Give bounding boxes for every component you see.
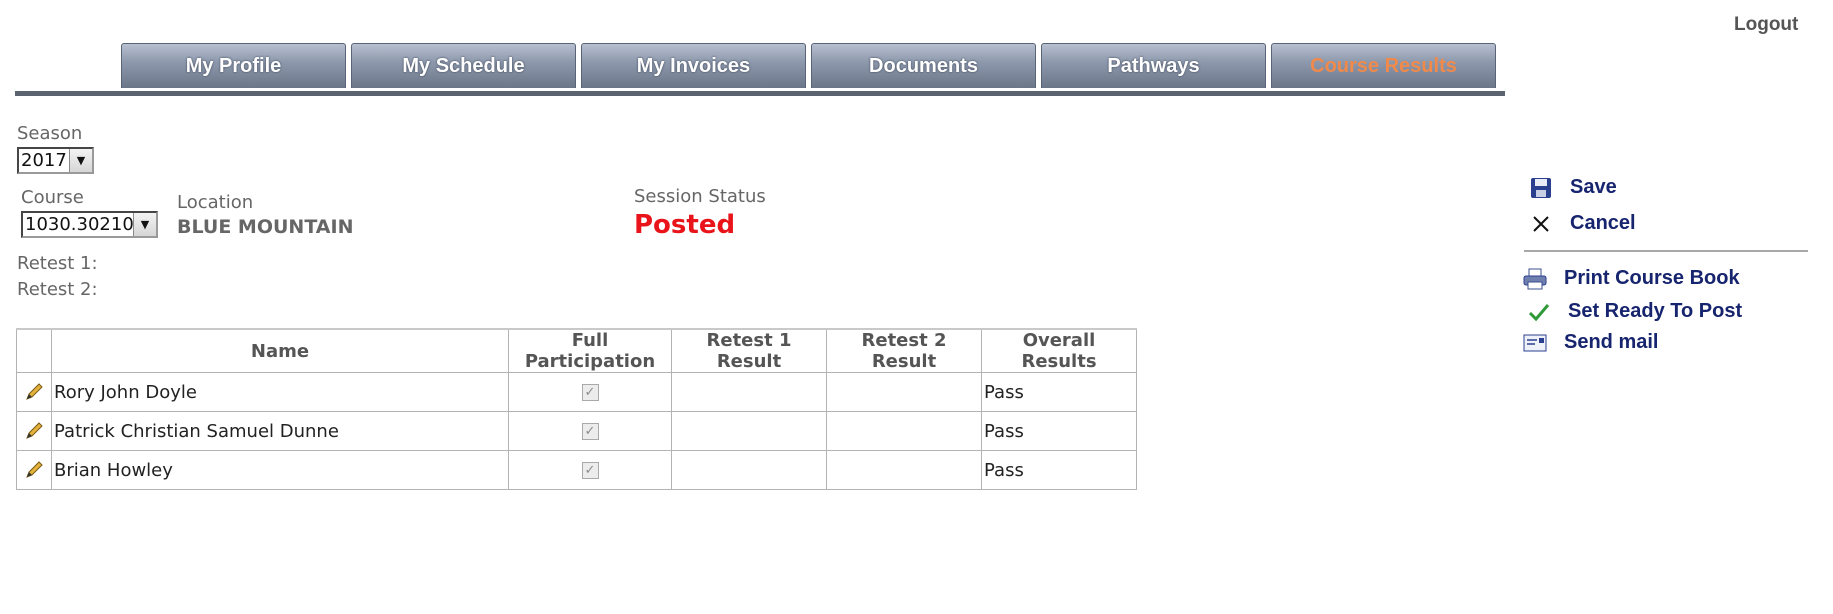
full-participation-checkbox: ✓ — [581, 462, 599, 479]
column-header-edit — [16, 328, 52, 373]
printer-icon — [1520, 268, 1550, 290]
save-label[interactable]: Save — [1570, 176, 1617, 199]
floppy-disk-icon — [1526, 177, 1556, 199]
edit-cell[interactable] — [16, 450, 52, 490]
column-header-full-participation: Full Participation — [508, 328, 672, 373]
cell-retest1 — [671, 411, 827, 451]
column-header-retest1: Retest 1 Result — [671, 328, 827, 373]
tab-course-results[interactable]: Course Results — [1271, 43, 1496, 88]
tab-pathways[interactable]: Pathways — [1041, 43, 1266, 88]
cell-overall: Pass — [981, 450, 1137, 490]
set-ready-to-post-label[interactable]: Set Ready To Post — [1568, 300, 1742, 323]
cancel-label[interactable]: Cancel — [1570, 212, 1636, 235]
cell-full-participation: ✓ — [508, 372, 672, 412]
location-label: Location — [177, 192, 254, 213]
retest1-label: Retest 1: — [17, 253, 98, 274]
edit-cell[interactable] — [16, 372, 52, 412]
cell-overall: Pass — [981, 411, 1137, 451]
print-course-book-label[interactable]: Print Course Book — [1564, 267, 1740, 290]
course-label: Course — [21, 187, 84, 208]
cancel-action[interactable]: Cancel — [1526, 212, 1636, 235]
table-row: Patrick Christian Samuel Dunne ✓ Pass — [16, 411, 1137, 451]
table-row: Brian Howley ✓ Pass — [16, 450, 1137, 490]
full-participation-checkbox: ✓ — [581, 423, 599, 440]
cell-full-participation: ✓ — [508, 450, 672, 490]
cell-name: Patrick Christian Samuel Dunne — [51, 411, 509, 451]
retest2-label: Retest 2: — [17, 279, 98, 300]
pencil-icon[interactable] — [23, 381, 45, 403]
set-ready-to-post-action[interactable]: Set Ready To Post — [1524, 300, 1742, 323]
actions-divider — [1524, 250, 1808, 252]
cell-retest2 — [826, 450, 982, 490]
course-select-value: 1030.30210 — [25, 214, 134, 235]
cell-retest1 — [671, 372, 827, 412]
edit-cell[interactable] — [16, 411, 52, 451]
season-select-value: 2017 — [21, 150, 67, 171]
save-action[interactable]: Save — [1526, 176, 1617, 199]
close-icon — [1526, 214, 1556, 234]
print-course-book-action[interactable]: Print Course Book — [1520, 267, 1740, 290]
session-status-value: Posted — [634, 210, 736, 240]
tab-my-schedule[interactable]: My Schedule — [351, 43, 576, 88]
results-table: Name Full Participation Retest 1 Result … — [16, 328, 1137, 490]
session-status-label: Session Status — [634, 186, 766, 207]
column-header-retest2: Retest 2 Result — [826, 328, 982, 373]
tab-documents[interactable]: Documents — [811, 43, 1036, 88]
table-row: Rory John Doyle ✓ Pass — [16, 372, 1137, 412]
column-header-overall: Overall Results — [981, 328, 1137, 373]
pencil-icon[interactable] — [23, 420, 45, 442]
chevron-down-icon[interactable]: ▼ — [133, 213, 156, 236]
pencil-icon[interactable] — [23, 459, 45, 481]
send-mail-label[interactable]: Send mail — [1564, 331, 1658, 354]
cell-retest1 — [671, 450, 827, 490]
tab-bar-divider — [15, 91, 1505, 96]
chevron-down-icon[interactable]: ▼ — [69, 149, 92, 172]
full-participation-checkbox: ✓ — [581, 384, 599, 401]
tab-my-invoices[interactable]: My Invoices — [581, 43, 806, 88]
location-value: BLUE MOUNTAIN — [177, 216, 354, 238]
cell-retest2 — [826, 411, 982, 451]
cell-name: Brian Howley — [51, 450, 509, 490]
envelope-icon — [1520, 334, 1550, 352]
send-mail-action[interactable]: Send mail — [1520, 331, 1658, 354]
season-select[interactable]: 2017 ▼ — [17, 147, 94, 174]
season-label: Season — [17, 123, 83, 144]
cell-retest2 — [826, 372, 982, 412]
cell-name: Rory John Doyle — [51, 372, 509, 412]
logout-link[interactable]: Logout — [1734, 14, 1798, 36]
cell-full-participation: ✓ — [508, 411, 672, 451]
checkmark-icon — [1524, 302, 1554, 322]
tab-my-profile[interactable]: My Profile — [121, 43, 346, 88]
column-header-name: Name — [51, 328, 509, 373]
course-select[interactable]: 1030.30210 ▼ — [21, 211, 158, 238]
cell-overall: Pass — [981, 372, 1137, 412]
table-header-row: Name Full Participation Retest 1 Result … — [16, 328, 1137, 373]
